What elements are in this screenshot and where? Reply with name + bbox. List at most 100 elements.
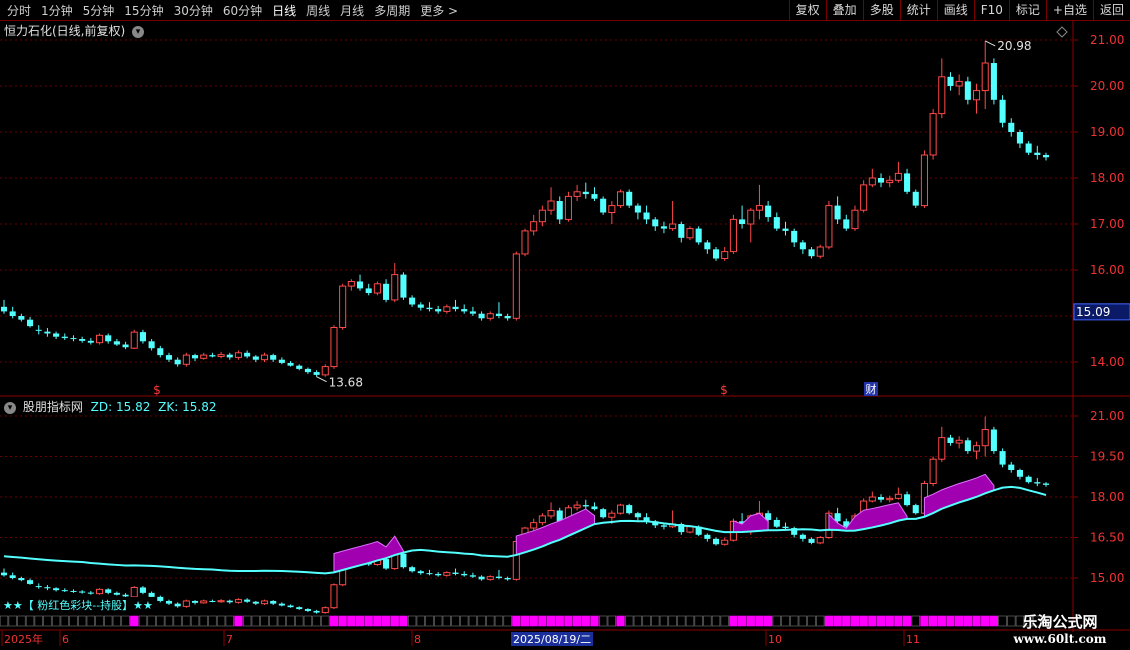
main-candle-body	[157, 348, 164, 356]
hold-block	[512, 615, 521, 627]
hold-block	[946, 615, 955, 627]
main-candle-body	[712, 249, 720, 259]
indicator-candle-body	[773, 519, 780, 527]
indicator-candle-body	[139, 587, 146, 593]
main-candle-body	[1016, 132, 1023, 144]
date-axis-label: 10	[768, 633, 782, 646]
main-candle-body	[834, 205, 841, 220]
main-candle-body	[530, 221, 538, 232]
main-candle-body	[122, 344, 129, 348]
main-candle-body	[260, 354, 269, 361]
hold-block	[755, 615, 764, 627]
indicator-candle-body	[200, 600, 208, 604]
hold-block	[407, 615, 417, 627]
main-candle-body	[191, 355, 199, 359]
watermark-title: 乐淘公式网	[1022, 613, 1098, 631]
hold-block	[190, 615, 200, 627]
indicator-candle-body	[686, 526, 694, 533]
main-candle-body	[87, 340, 94, 343]
indicator-candle-body	[877, 497, 885, 500]
indicator-candle-body	[270, 600, 277, 604]
indicator-candle-body	[70, 590, 77, 592]
indicator-candle-body	[964, 440, 971, 452]
main-candle-body	[773, 217, 780, 229]
hold-block	[216, 615, 226, 627]
main-candle-body	[373, 283, 381, 294]
main-candle-body	[608, 205, 616, 214]
indicator-candle-body	[972, 445, 981, 452]
hold-block	[607, 615, 616, 627]
main-candle-body	[478, 313, 485, 319]
low-label: 13.68	[329, 376, 363, 390]
indicator-candle-body	[816, 537, 824, 544]
main-y-tick-label: 16.00	[1090, 263, 1124, 277]
main-candle-body	[912, 191, 919, 206]
hold-block	[355, 615, 365, 627]
main-candle-body	[61, 336, 68, 339]
hold-block	[590, 615, 599, 627]
hold-block	[434, 615, 443, 627]
indicator-candle-body	[174, 603, 181, 607]
main-candle-body	[18, 316, 25, 320]
diamond-icon	[1056, 26, 1068, 38]
hold-block	[807, 615, 816, 627]
main-candle-body	[365, 288, 372, 293]
hold-block	[616, 615, 625, 627]
main-candle-body	[330, 327, 338, 368]
watermark-url: www.60lt.com	[1013, 632, 1107, 646]
finance-marker: 财	[866, 382, 877, 396]
hold-block	[260, 615, 269, 627]
main-candle-body	[964, 81, 971, 100]
hold-block	[746, 615, 755, 627]
indicator-candle-body	[226, 600, 233, 603]
hold-block	[651, 615, 660, 627]
main-candle-body	[686, 228, 694, 239]
main-candle-body	[35, 329, 42, 331]
indicator-candle-body	[955, 439, 963, 444]
hold-block	[347, 615, 356, 627]
indicator-candle-body	[981, 429, 989, 447]
indicator-candle-body	[209, 600, 216, 602]
main-candle-body	[972, 90, 981, 101]
date-axis-label: 6	[62, 633, 69, 646]
main-candle-body	[947, 76, 954, 86]
kline-chart[interactable]: 21.00 20.00 19.00 18.00 17.00 16.00 15.00 14.00…	[0, 0, 1130, 650]
hold-block	[928, 615, 938, 627]
hold-block	[338, 615, 347, 627]
indicator-candle-body	[782, 526, 789, 529]
hold-block	[850, 615, 860, 627]
hold-block	[425, 615, 434, 627]
main-candle-body	[278, 359, 285, 363]
indicator-candle-body	[591, 506, 598, 510]
indicator-candle-body	[321, 607, 329, 614]
hold-block	[599, 615, 608, 627]
main-y-tick-label: 18.00	[1090, 171, 1124, 185]
main-candle-body	[739, 219, 746, 224]
hold-block	[373, 615, 382, 627]
hold-block	[772, 615, 781, 627]
indicator-y-tick-label: 15.00	[1090, 571, 1124, 585]
indicator-candle-body	[1034, 482, 1041, 484]
hold-block	[633, 615, 643, 627]
event-marker: $	[153, 383, 161, 397]
hold-block	[668, 615, 677, 627]
date-axis-label: 8	[414, 633, 421, 646]
hold-block	[51, 615, 61, 627]
main-candle-body	[27, 319, 34, 327]
main-candle-body	[383, 283, 390, 300]
hold-block	[677, 615, 686, 627]
main-candle-body	[626, 191, 633, 206]
main-candle-body	[1042, 155, 1050, 158]
indicator-candle-body	[217, 600, 225, 603]
main-candle-body	[799, 242, 806, 250]
main-candle-body	[955, 80, 963, 87]
main-candle-body	[582, 191, 589, 195]
main-y-tick-label: 14.00	[1090, 355, 1124, 369]
hold-block	[520, 615, 530, 627]
main-candle-body	[999, 99, 1006, 123]
high-label: 20.98	[997, 39, 1031, 53]
indicator-candle-body	[9, 575, 16, 578]
hold-block	[625, 615, 634, 627]
main-candle-body	[313, 372, 320, 375]
indicator-candle-body	[912, 505, 919, 514]
